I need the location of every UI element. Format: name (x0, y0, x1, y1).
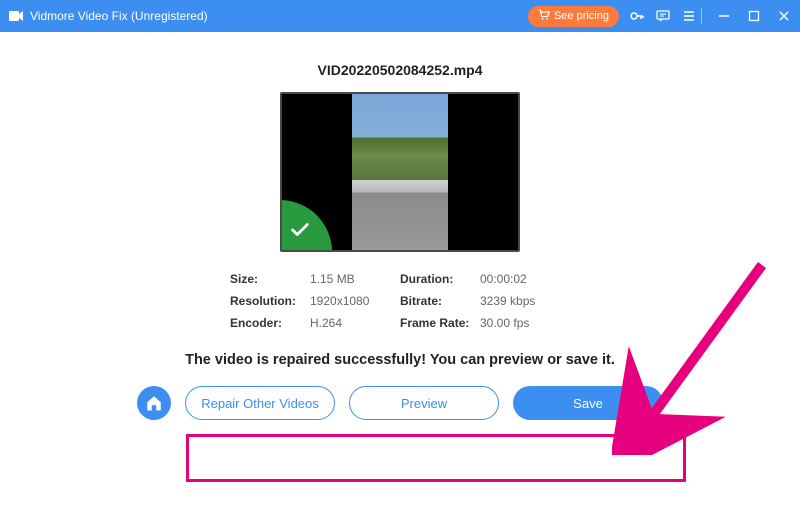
see-pricing-button[interactable]: See pricing (528, 6, 619, 27)
encoder-label: Encoder: (230, 316, 310, 330)
see-pricing-label: See pricing (554, 10, 609, 22)
main-content: VID20220502084252.mp4 Size: 1.15 MB Dura… (0, 32, 800, 420)
titlebar: Vidmore Video Fix (Unregistered) See pri… (0, 0, 800, 32)
repair-other-label: Repair Other Videos (201, 396, 319, 411)
repair-other-videos-button[interactable]: Repair Other Videos (185, 386, 335, 420)
resolution-label: Resolution: (230, 294, 310, 308)
close-button[interactable] (776, 8, 792, 24)
save-label: Save (573, 396, 603, 411)
size-value: 1.15 MB (310, 272, 400, 286)
feedback-icon[interactable] (655, 8, 671, 24)
encoder-value: H.264 (310, 316, 400, 330)
menu-icon[interactable] (681, 8, 697, 24)
home-icon (145, 394, 163, 412)
maximize-button[interactable] (746, 8, 762, 24)
success-badge (280, 200, 332, 252)
bitrate-value: 3239 kbps (480, 294, 560, 308)
resolution-value: 1920x1080 (310, 294, 400, 308)
bitrate-label: Bitrate: (400, 294, 480, 308)
annotation-highlight-box (186, 434, 686, 482)
duration-value: 00:00:02 (480, 272, 560, 286)
preview-button[interactable]: Preview (349, 386, 499, 420)
titlebar-divider (701, 8, 702, 24)
video-thumbnail (352, 94, 448, 250)
success-message: The video is repaired successfully! You … (0, 352, 800, 368)
filename-label: VID20220502084252.mp4 (0, 62, 800, 78)
home-button[interactable] (137, 386, 171, 420)
save-button[interactable]: Save (513, 386, 663, 420)
preview-label: Preview (401, 396, 447, 411)
app-title: Vidmore Video Fix (Unregistered) (30, 9, 208, 23)
duration-label: Duration: (400, 272, 480, 286)
checkmark-icon (289, 219, 311, 241)
key-icon[interactable] (629, 8, 645, 24)
app-logo-icon (8, 8, 24, 24)
framerate-value: 30.00 fps (480, 316, 560, 330)
button-row: Repair Other Videos Preview Save (0, 386, 800, 420)
size-label: Size: (230, 272, 310, 286)
framerate-label: Frame Rate: (400, 316, 480, 330)
video-info-grid: Size: 1.15 MB Duration: 00:00:02 Resolut… (230, 272, 570, 330)
video-preview[interactable] (280, 92, 520, 252)
cart-icon (538, 9, 550, 24)
minimize-button[interactable] (716, 8, 732, 24)
